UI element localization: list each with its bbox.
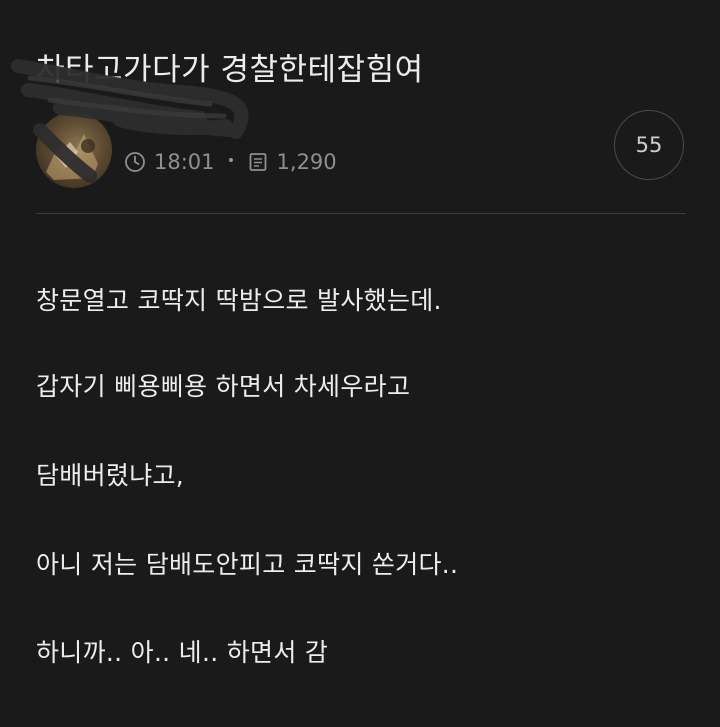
clock-icon	[124, 151, 146, 173]
avatar[interactable]	[36, 112, 112, 188]
body-line-2: 갑자기 삐용삐용 하면서 차세우라고	[36, 372, 411, 401]
comment-count: 55	[635, 133, 663, 157]
body-line-3: 담배버렸냐고,	[36, 461, 185, 490]
document-icon	[247, 151, 269, 173]
body-line-4: 아니 저는 담배도안피고 코딱지 쏜거다..	[36, 550, 459, 579]
body-line-1: 창문열고 코딱지 딱밤으로 발사했는데.	[36, 286, 442, 315]
separator-dot	[228, 158, 233, 162]
post-time: 18:01	[154, 150, 215, 174]
redaction-scribble	[11, 59, 249, 183]
divider	[36, 213, 686, 214]
view-count: 1,290	[276, 150, 337, 174]
body-line-5: 하니까.. 아.. 네.. 하면서 감	[36, 638, 329, 667]
post-meta: 18:01 1,290	[124, 150, 337, 174]
comment-count-button[interactable]: 55	[614, 110, 684, 180]
post-title: 차타고가다가 경찰한테잡힘여	[36, 52, 424, 88]
